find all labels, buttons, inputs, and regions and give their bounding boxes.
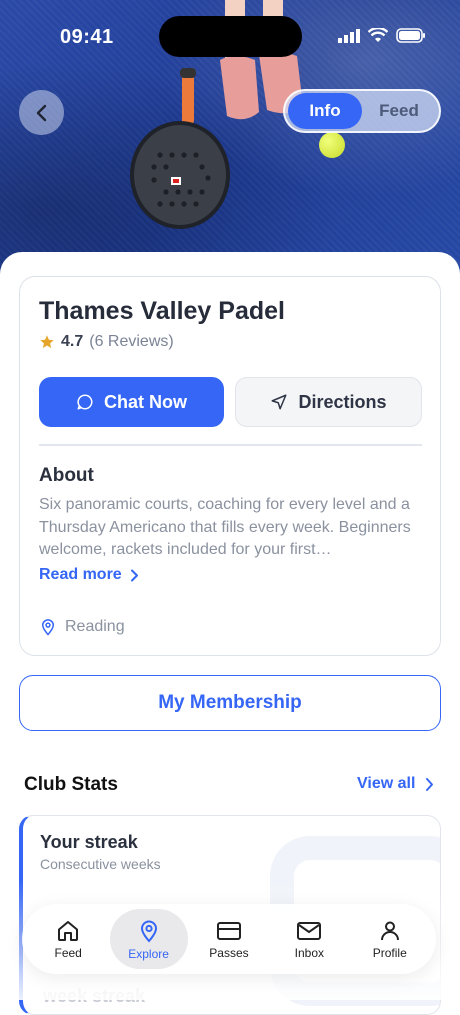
read-more-label: Read more	[39, 566, 122, 583]
tab-info[interactable]: Info	[288, 93, 362, 129]
nav-passes[interactable]: Passes	[190, 909, 268, 969]
rating-row: 4.7 (6 Reviews)	[39, 333, 174, 351]
location-pin-icon	[41, 619, 55, 636]
navigation-arrow-icon	[271, 394, 287, 410]
nav-passes-label: Passes	[209, 945, 249, 960]
my-membership-button[interactable]: My Membership	[19, 675, 441, 731]
dynamic-island	[159, 16, 302, 57]
home-icon	[58, 920, 79, 941]
nav-explore[interactable]: Explore	[109, 909, 188, 969]
nav-inbox[interactable]: Inbox	[270, 909, 348, 969]
about-heading: About	[39, 465, 94, 486]
location-text: Reading	[65, 618, 125, 635]
divider	[39, 444, 422, 446]
chevron-right-icon	[130, 569, 138, 581]
person-icon	[380, 921, 399, 940]
view-all-link[interactable]: View all	[357, 775, 434, 793]
status-time: 09:41	[60, 26, 114, 48]
directions-label: Directions	[298, 391, 387, 412]
card-icon	[216, 921, 241, 940]
club-stats-heading: Club Stats	[24, 774, 118, 795]
nav-explore-label: Explore	[128, 946, 169, 961]
streak-subtitle: Consecutive weeks	[40, 856, 161, 872]
location-pin-icon	[140, 920, 157, 942]
tab-feed[interactable]: Feed	[362, 93, 436, 129]
view-all-label: View all	[357, 775, 416, 792]
nav-profile-label: Profile	[372, 945, 407, 960]
nav-inbox-label: Inbox	[294, 945, 325, 960]
battery-icon	[396, 28, 425, 43]
review-count[interactable]: (6 Reviews)	[89, 333, 173, 351]
nav-feed[interactable]: Feed	[29, 909, 107, 969]
status-icons	[338, 28, 426, 43]
chat-bubble-icon	[77, 394, 93, 410]
rating-value: 4.7	[61, 333, 84, 350]
nav-profile[interactable]: Profile	[351, 909, 429, 969]
signal-icon	[338, 28, 360, 43]
info-feed-toggle: Info Feed	[283, 89, 441, 133]
location-row: Reading	[39, 617, 125, 637]
bottom-nav: Feed Explore Passes Inbox Profile	[22, 904, 436, 974]
chevron-left-icon	[36, 104, 46, 121]
chevron-right-icon	[426, 777, 434, 791]
tennis-ball	[319, 132, 345, 158]
mail-icon	[297, 921, 322, 940]
streak-title: Your streak	[40, 832, 138, 852]
chat-now-button[interactable]: Chat Now	[39, 377, 224, 427]
chat-now-label: Chat Now	[104, 391, 187, 412]
back-button[interactable]	[19, 90, 64, 135]
club-name: Thames Valley Padel	[39, 297, 285, 325]
directions-button[interactable]: Directions	[235, 377, 422, 427]
about-text: Six panoramic courts, coaching for every…	[39, 496, 411, 558]
club-info-card: Thames Valley Padel 4.7 (6 Reviews) Chat…	[19, 276, 441, 656]
nav-feed-label: Feed	[54, 945, 82, 960]
wifi-icon	[368, 28, 388, 42]
read-more-link[interactable]: Read more	[39, 566, 139, 584]
star-icon	[40, 335, 54, 348]
